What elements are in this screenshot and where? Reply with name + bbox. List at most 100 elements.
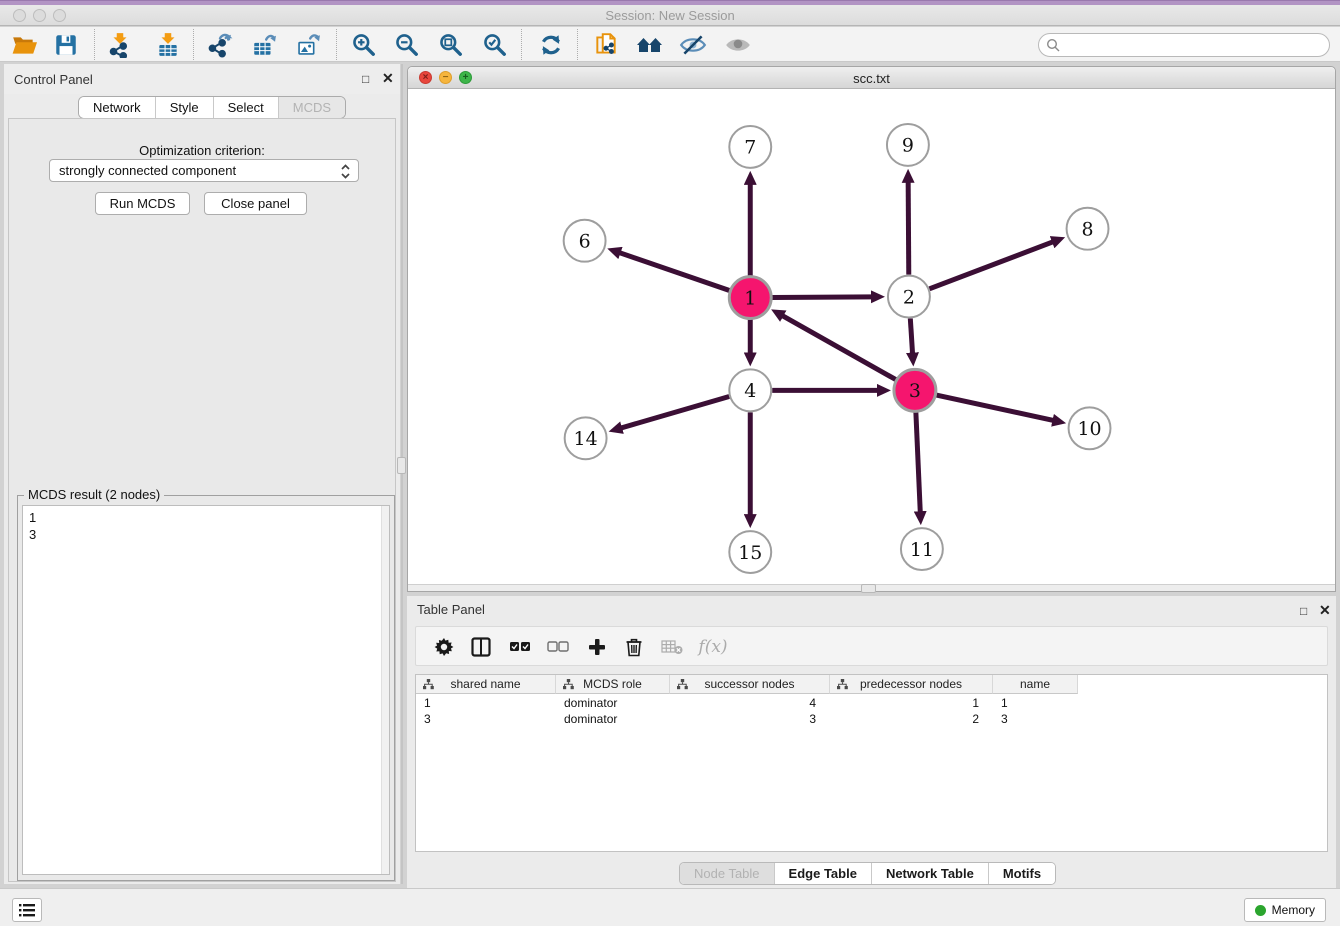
delete-column-trash-icon[interactable] [621,634,647,660]
control-panel-title: Control Panel [14,72,93,87]
column-header-successor-nodes[interactable]: successor nodes [670,675,830,694]
column-header-name[interactable]: name [993,675,1078,694]
control-panel: Control Panel □ ✕ NetworkStyleSelectMCDS… [4,64,400,884]
toolbar-separator [336,29,337,60]
table-cell[interactable]: 1 [993,695,1078,711]
close-panel-icon[interactable]: ✕ [1319,602,1331,619]
status-bar: Memory [0,888,1340,926]
edge-2-8[interactable] [929,242,1053,289]
table-cell[interactable]: 3 [993,711,1078,727]
zoom-out-icon[interactable] [393,31,421,59]
hide-selected-eye-icon[interactable] [679,31,707,59]
tab-select[interactable]: Select [213,97,278,118]
mcds-result-textarea[interactable]: 1 3 [22,505,390,875]
table-cell[interactable]: 3 [416,711,556,727]
export-image-icon[interactable] [294,31,322,59]
export-table-icon[interactable] [250,31,278,59]
graph-node-label-11: 11 [910,539,934,561]
toolbar-separator [577,29,578,60]
open-session-icon[interactable] [10,31,38,59]
network-view-window: × − + scc.txt 7968124314101511 [407,66,1336,592]
edge-4-14[interactable] [621,397,729,428]
table-cell[interactable]: 1 [416,695,556,711]
import-table-icon[interactable] [154,31,182,59]
table-row[interactable]: 3dominator323 [416,711,1078,727]
edge-1-6[interactable] [620,253,730,291]
table-cell[interactable]: dominator [556,695,670,711]
copy-network-icon[interactable] [592,31,620,59]
first-neighbors-icon[interactable] [636,31,664,59]
tab-edge-table[interactable]: Edge Table [774,863,871,884]
graph-node-label-15: 15 [738,542,762,564]
select-stepper-icon [340,163,351,183]
zoom-selected-icon[interactable] [481,31,509,59]
table-row[interactable]: 1dominator411 [416,695,1078,711]
window-title: Session: New Session [0,8,1340,23]
column-header-predecessor-nodes[interactable]: predecessor nodes [830,675,993,694]
function-builder-icon[interactable]: f(x) [696,634,730,660]
titlebar-accent [0,0,1340,5]
delete-table-icon[interactable] [659,634,685,660]
run-mcds-button[interactable]: Run MCDS [95,192,190,215]
float-panel-icon[interactable]: □ [1300,604,1307,618]
edge-2-3[interactable] [910,318,912,353]
edge-3-1[interactable] [782,316,895,380]
table-cell[interactable]: dominator [556,711,670,727]
network-window-titlebar[interactable]: × − + scc.txt [408,67,1335,89]
search-field[interactable] [1038,33,1330,57]
zoom-fit-icon[interactable] [437,31,465,59]
task-history-button[interactable] [12,898,42,922]
search-input[interactable] [1064,38,1314,52]
import-network-icon[interactable] [106,31,134,59]
export-network-icon[interactable] [206,31,234,59]
horizontal-splitter-grip[interactable] [861,584,876,593]
criterion-select[interactable]: strongly connected component [49,159,359,182]
table-panel-header: Table Panel □ ✕ [407,596,1336,624]
graph-node-label-4: 4 [744,380,756,402]
deselect-all-checkboxes-icon[interactable] [545,634,571,660]
table-cell[interactable]: 4 [670,695,830,711]
save-session-icon[interactable] [52,31,80,59]
network-window-title: scc.txt [408,71,1335,86]
table-cell[interactable]: 1 [830,695,993,711]
tab-mcds[interactable]: MCDS [278,97,345,118]
edge-1-2[interactable] [772,297,872,298]
graph-node-label-9: 9 [902,135,914,157]
toolbar-separator [193,29,194,60]
table-cell[interactable]: 3 [670,711,830,727]
table-settings-gear-icon[interactable] [431,634,457,660]
memory-button[interactable]: Memory [1244,898,1326,922]
close-panel-button[interactable]: Close panel [204,192,307,215]
show-columns-icon[interactable] [468,634,494,660]
select-all-checkboxes-icon[interactable] [507,634,533,660]
node-table[interactable]: shared nameMCDS rolesuccessor nodesprede… [415,674,1328,852]
tab-style[interactable]: Style [155,97,213,118]
column-header-MCDS-role[interactable]: MCDS role [556,675,670,694]
network-canvas[interactable]: 7968124314101511 [408,89,1335,585]
criterion-value: strongly connected component [59,163,236,178]
tab-motifs[interactable]: Motifs [988,863,1055,884]
window-titlebar: Session: New Session [0,0,1340,26]
vertical-splitter[interactable] [401,64,403,884]
show-all-eye-icon[interactable] [724,31,752,59]
tab-node-table[interactable]: Node Table [680,863,774,884]
edge-3-11[interactable] [916,412,920,512]
mcds-result-scrollbar[interactable] [381,506,389,874]
table-cell[interactable]: 2 [830,711,993,727]
table-toolbar: f(x) [415,626,1328,666]
tab-network-table[interactable]: Network Table [871,863,988,884]
edge-2-9[interactable] [908,182,909,275]
apply-layout-icon[interactable] [537,31,565,59]
close-panel-icon[interactable]: ✕ [382,70,394,87]
float-panel-icon[interactable]: □ [362,72,369,86]
create-column-plus-icon[interactable] [584,634,610,660]
table-panel-tabs: Node TableEdge TableNetwork TableMotifs [679,862,1056,885]
edge-3-10[interactable] [936,395,1053,420]
memory-label: Memory [1272,903,1315,917]
tab-network[interactable]: Network [79,97,155,118]
vertical-splitter-grip[interactable] [397,457,406,474]
mcds-result-title: MCDS result (2 nodes) [24,487,164,502]
zoom-in-icon[interactable] [350,31,378,59]
main-toolbar [0,27,1340,62]
column-header-shared-name[interactable]: shared name [416,675,556,694]
